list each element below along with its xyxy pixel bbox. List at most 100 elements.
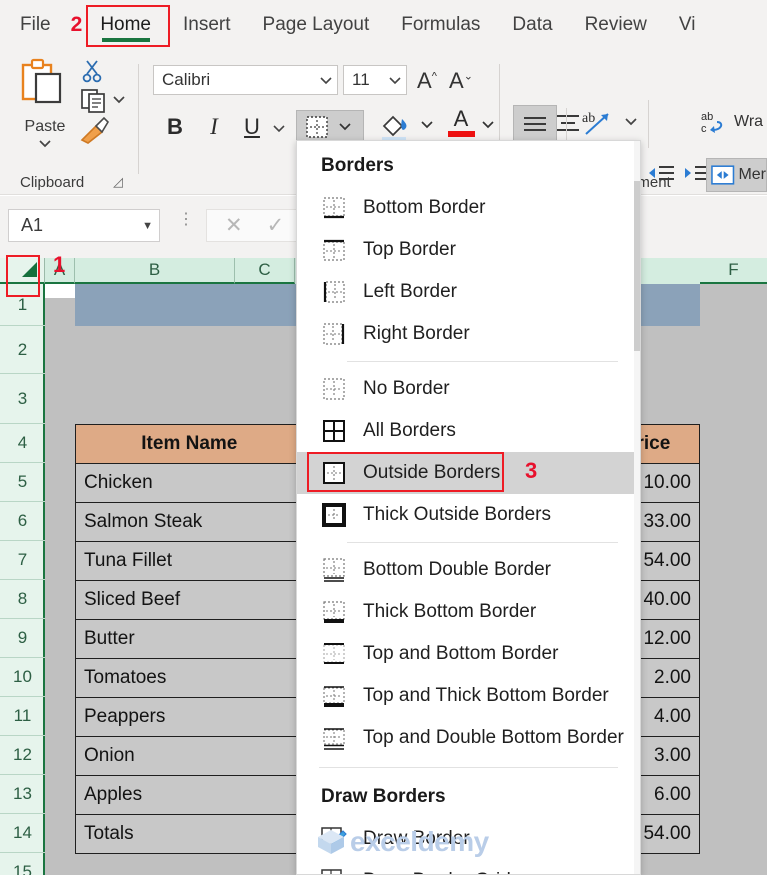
row-header-10[interactable]: 10 (0, 658, 45, 697)
column-header-b[interactable]: B (75, 258, 235, 284)
cell-item[interactable]: Sliced Beef (75, 580, 304, 620)
font-name-input[interactable]: Calibri (153, 65, 338, 95)
cell-totals-label[interactable]: Totals (75, 814, 304, 854)
menu-item-thick-bottom-border[interactable]: Thick Bottom Border (297, 591, 640, 633)
column-header-c[interactable]: C (235, 258, 295, 284)
row-header-2[interactable]: 2 (0, 326, 45, 374)
cell-a1[interactable] (45, 284, 75, 298)
borders-chevron-down-icon[interactable] (337, 120, 353, 135)
menu-item-draw-border-grid[interactable]: Draw Border Grid (297, 860, 640, 874)
row-header-1[interactable]: 1 (0, 284, 45, 326)
enter-check-icon[interactable]: ✓ (267, 215, 285, 236)
tab-data[interactable]: Data (496, 3, 568, 47)
borders-dropdown-button[interactable] (296, 110, 364, 144)
font-size-chevron-down-icon[interactable] (388, 76, 402, 85)
font-name-chevron-down-icon[interactable] (319, 76, 333, 85)
ribbon-group-clipboard: Paste Clipboard ◿ (0, 50, 138, 195)
menu-item-top-and-double-bottom-border[interactable]: Top and Double Bottom Border (297, 717, 640, 759)
row-header-column: 1 2 3 4 5 6 7 8 9 10 11 12 13 14 15 (0, 284, 45, 875)
row-header-14[interactable]: 14 (0, 814, 45, 853)
row-header-15[interactable]: 15 (0, 853, 45, 875)
merge-and-center-button[interactable]: Mer (706, 158, 767, 192)
paste-chevron-down-icon[interactable] (35, 138, 55, 150)
insert-function-icon[interactable]: ⋮ (178, 212, 194, 228)
menu-item-outside-borders[interactable]: Outside Borders 3 (297, 452, 640, 494)
menu-item-right-border[interactable]: Right Border (297, 313, 640, 355)
row-header-12[interactable]: 12 (0, 736, 45, 775)
cell-item[interactable]: Tomatoes (75, 658, 304, 698)
cell-item[interactable]: Salmon Steak (75, 502, 304, 542)
paste-label: Paste (24, 118, 66, 135)
font-size-input[interactable]: 11 (343, 65, 407, 95)
menu-item-no-border[interactable]: No Border (297, 368, 640, 410)
column-header-f[interactable]: F (700, 258, 767, 284)
underline-button[interactable]: U (239, 112, 265, 142)
bottom-border-icon (315, 195, 353, 221)
menu-item-top-border[interactable]: Top Border (297, 229, 640, 271)
tab-home[interactable]: Home (84, 3, 167, 47)
fill-color-icon (382, 115, 407, 142)
cell-item[interactable]: Chicken (75, 463, 304, 503)
select-all-button[interactable] (0, 258, 45, 284)
bold-button[interactable]: B (162, 112, 188, 142)
top-border-icon (315, 237, 353, 263)
fill-color-chevron-down-icon[interactable] (419, 118, 435, 133)
copy-chevron-down-icon[interactable] (110, 94, 128, 106)
tab-formulas[interactable]: Formulas (385, 3, 496, 47)
row-header-5[interactable]: 5 (0, 463, 45, 502)
menu-scrollbar[interactable] (634, 141, 640, 874)
row-header-4[interactable]: 4 (0, 424, 45, 463)
menu-item-draw-border[interactable]: Draw Border (297, 818, 640, 860)
paste-button[interactable]: Paste (14, 56, 76, 155)
row-header-9[interactable]: 9 (0, 619, 45, 658)
name-box[interactable]: A1 ▼ (8, 209, 160, 242)
scissors-icon[interactable] (80, 58, 106, 84)
row-header-7[interactable]: 7 (0, 541, 45, 580)
tab-file[interactable]: File (0, 3, 67, 47)
annotation-marker-2: 2 (70, 13, 83, 36)
menu-item-thick-outside-borders[interactable]: Thick Outside Borders (297, 494, 640, 536)
row-header-3[interactable]: 3 (0, 374, 45, 424)
menu-item-bottom-double-border[interactable]: Bottom Double Border (297, 549, 640, 591)
font-color-chevron-down-icon[interactable] (480, 118, 496, 133)
merge-cells-icon (711, 165, 735, 185)
cell-item[interactable]: Tuna Fillet (75, 541, 304, 581)
copy-icon[interactable] (80, 88, 108, 114)
font-color-button[interactable]: A (444, 108, 478, 144)
row-header-6[interactable]: 6 (0, 502, 45, 541)
menu-item-top-and-bottom-border[interactable]: Top and Bottom Border (297, 633, 640, 675)
menu-item-left-border[interactable]: Left Border (297, 271, 640, 313)
align-bottom-button[interactable] (513, 105, 557, 143)
underline-chevron-down-icon[interactable] (269, 118, 289, 138)
italic-button[interactable]: I (201, 112, 227, 142)
tab-view[interactable]: Vi (663, 3, 712, 47)
row-header-11[interactable]: 11 (0, 697, 45, 736)
orientation-chevron-down-icon[interactable] (622, 116, 640, 128)
menu-item-bottom-border[interactable]: Bottom Border (297, 187, 640, 229)
cancel-x-icon[interactable]: ✕ (225, 215, 243, 236)
cell-item[interactable]: Apples (75, 775, 304, 815)
cell-item[interactable]: Butter (75, 619, 304, 659)
name-box-chevron-down-icon[interactable]: ▼ (142, 220, 153, 232)
tab-page-layout[interactable]: Page Layout (247, 3, 386, 47)
paintbrush-icon[interactable] (78, 116, 110, 146)
header-item-name[interactable]: Item Name (75, 424, 304, 464)
clipboard-dialog-launcher-icon[interactable]: ◿ (113, 174, 123, 190)
menu-item-top-and-thick-bottom-border[interactable]: Top and Thick Bottom Border (297, 675, 640, 717)
cell-item[interactable]: Onion (75, 736, 304, 776)
text-orientation-icon[interactable]: ab (580, 108, 618, 142)
annotation-marker-1: 1 (53, 252, 66, 277)
row-header-13[interactable]: 13 (0, 775, 45, 814)
grow-font-icon[interactable]: A^ (417, 68, 437, 94)
fill-color-button[interactable] (379, 110, 419, 144)
cell-item[interactable]: Peappers (75, 697, 304, 737)
shrink-font-icon[interactable]: A⌄ (449, 68, 473, 94)
tab-review[interactable]: Review (569, 3, 663, 47)
wrap-text-button[interactable]: ab c Wra (700, 108, 763, 136)
row-header-8[interactable]: 8 (0, 580, 45, 619)
tab-insert[interactable]: Insert (167, 3, 247, 47)
menu-item-all-borders[interactable]: All Borders (297, 410, 640, 452)
menu-item-label: Top and Bottom Border (363, 643, 559, 664)
menu-scrollbar-thumb[interactable] (634, 181, 640, 351)
font-size-value: 11 (352, 70, 370, 89)
